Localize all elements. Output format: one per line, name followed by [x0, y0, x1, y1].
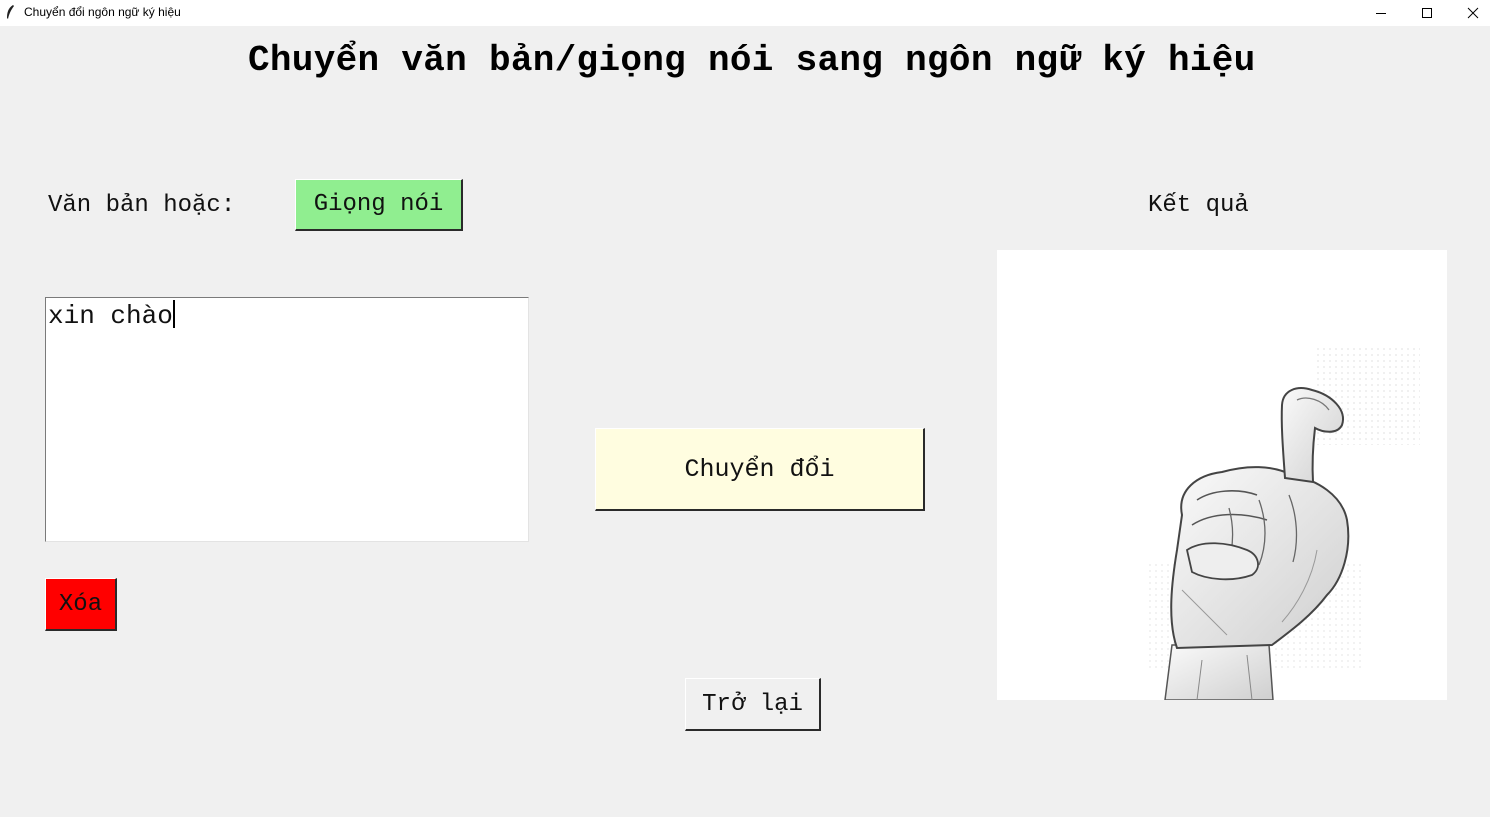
convert-button[interactable]: Chuyển đổi	[595, 428, 925, 511]
maximize-button[interactable]	[1404, 0, 1450, 26]
text-input-value: xin chào	[48, 301, 173, 331]
feather-icon	[7, 5, 14, 19]
result-image	[997, 250, 1447, 700]
voice-button[interactable]: Giọng nói	[295, 179, 463, 231]
page-title: Chuyển văn bản/giọng nói sang ngôn ngữ k…	[248, 40, 1256, 81]
clear-button[interactable]: Xóa	[45, 578, 117, 631]
text-caret	[172, 300, 175, 328]
back-button[interactable]: Trở lại	[685, 678, 821, 731]
close-icon	[1467, 7, 1479, 19]
result-label: Kết quả	[1148, 192, 1249, 219]
window-title: Chuyển đổi ngôn ngữ ký hiệu	[24, 5, 181, 19]
minimize-button[interactable]	[1358, 0, 1404, 26]
minimize-icon	[1376, 13, 1386, 14]
input-label: Văn bản hoặc:	[48, 192, 236, 219]
title-bar: Chuyển đổi ngôn ngữ ký hiệu	[0, 0, 1490, 26]
maximize-icon	[1422, 8, 1432, 18]
close-button[interactable]	[1450, 0, 1490, 26]
hand-sign-illustration	[1147, 345, 1420, 700]
text-input[interactable]: xin chào	[45, 297, 529, 542]
